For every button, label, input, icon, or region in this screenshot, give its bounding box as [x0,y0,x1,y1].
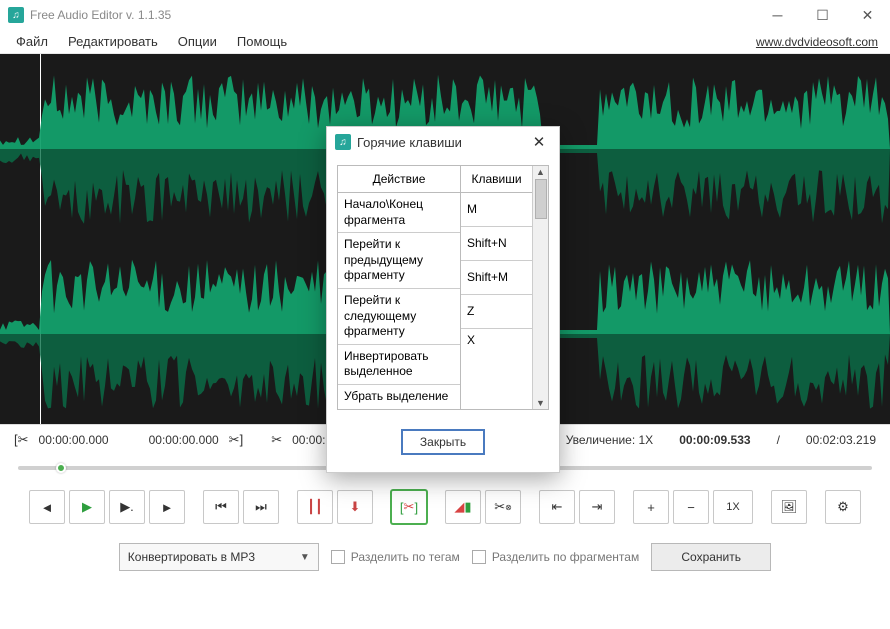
hotkey-key[interactable]: Z [461,295,532,329]
menu-options[interactable]: Опции [168,32,227,51]
dialog-close-button[interactable]: ✕ [527,133,551,151]
hotkey-action[interactable]: Начало\Конец фрагмента [338,193,460,233]
step-back-button[interactable]: ◄ [29,490,65,524]
window-controls: ─ ☐ ✕ [755,0,890,30]
split-tags-label: Разделить по тегам [351,550,460,564]
bottom-bar: Конвертировать в MP3 ▼ Разделить по тега… [0,532,890,582]
time-separator: / [777,433,780,447]
window-titlebar: ♫ Free Audio Editor v. 1.1.35 ─ ☐ ✕ [0,0,890,30]
play-selection-button[interactable]: ▶. [109,490,145,524]
zoom-reset-button[interactable]: 1X [713,490,753,524]
maximize-button[interactable]: ☐ [800,0,845,30]
format-combo[interactable]: Конвертировать в MP3 ▼ [119,543,319,571]
selection-end-icon: ✂] [229,432,244,448]
dialog-titlebar[interactable]: ♫ Горячие клавиши ✕ [327,127,559,157]
total-time: 00:02:03.219 [806,433,876,447]
position-slider-thumb[interactable] [56,463,66,473]
record-marker-button[interactable]: ⬇ [337,490,373,524]
trim-left-button[interactable]: ◢▮ [445,490,481,524]
zoom-out-button[interactable]: − [673,490,709,524]
menu-bar: Файл Редактировать Опции Помощь www.dvdv… [0,30,890,54]
cut-icon: ✂ [271,432,282,448]
selection-end-time: 00:00:00.000 [149,433,219,447]
hotkey-key[interactable]: M [461,193,532,227]
split-fragments-label: Разделить по фрагментам [492,550,639,564]
selection-start-icon: [✂ [14,432,29,448]
col-header-action: Действие [338,166,460,193]
toolbar: ◄ ▶ ▶. ► ⏮ ⏭ ┃┃ ⬇ [✂] ◢▮ ✂⊗ ⇤ ⇥ + − 1X 🖼… [0,482,890,532]
current-time: 00:00:09.533 [679,433,750,447]
save-button[interactable]: Сохранить [651,543,771,571]
hotkey-action[interactable]: Перейти к предыдущему фрагменту [338,233,460,289]
hotkey-key[interactable]: Shift+N [461,227,532,261]
chevron-down-icon: ▼ [300,552,310,563]
minimize-button[interactable]: ─ [755,0,800,30]
dialog-close-confirm-button[interactable]: Закрыть [402,430,484,454]
dialog-body: Действие Начало\Конец фрагмента Перейти … [327,157,559,414]
checkbox-box [331,550,345,564]
settings-button[interactable]: ⚙ [825,490,861,524]
col-header-keys: Клавиши [461,166,532,193]
table-scrollbar[interactable]: ▲ ▼ [532,166,548,409]
next-marker-button[interactable]: ⏭ [243,490,279,524]
go-start-button[interactable]: ⇤ [539,490,575,524]
scroll-thumb[interactable] [535,179,547,219]
split-by-tags-checkbox[interactable]: Разделить по тегам [331,550,460,564]
hotkey-key[interactable]: X [461,329,532,353]
window-title: Free Audio Editor v. 1.1.35 [30,8,755,22]
hotkey-action[interactable]: Инвертировать выделенное [338,345,460,385]
app-icon: ♫ [8,7,24,23]
format-combo-label: Конвертировать в MP3 [128,550,255,564]
cut-button[interactable]: [✂] [391,490,427,524]
dialog-icon: ♫ [335,134,351,150]
play-button[interactable]: ▶ [69,490,105,524]
prev-marker-button[interactable]: ⏮ [203,490,239,524]
hotkeys-table: Действие Начало\Конец фрагмента Перейти … [337,165,549,410]
scroll-down-icon[interactable]: ▼ [536,398,545,408]
close-button[interactable]: ✕ [845,0,890,30]
hotkey-key[interactable]: Shift+M [461,261,532,295]
menu-help[interactable]: Помощь [227,32,297,51]
image-button[interactable]: 🖼 [771,490,807,524]
dialog-title: Горячие клавиши [357,135,527,150]
checkbox-box [472,550,486,564]
selection-start-time: 00:00:00.000 [39,433,109,447]
dialog-footer: Закрыть [327,414,559,472]
sliders-icon: ⚙ [837,499,849,515]
menu-file[interactable]: Файл [6,32,58,51]
split-by-fragments-checkbox[interactable]: Разделить по фрагментам [472,550,639,564]
scroll-up-icon[interactable]: ▲ [536,167,545,177]
hotkey-action[interactable]: Убрать выделение [338,385,460,409]
menu-edit[interactable]: Редактировать [58,32,168,51]
zoom-in-button[interactable]: + [633,490,669,524]
trim-right-button[interactable]: ✂⊗ [485,490,521,524]
hotkeys-dialog: ♫ Горячие клавиши ✕ Действие Начало\Коне… [326,126,560,473]
website-link[interactable]: www.dvdvideosoft.com [756,35,884,49]
marker-button[interactable]: ┃┃ [297,490,333,524]
zoom-label: Увеличение: 1X [566,433,653,447]
go-end-button[interactable]: ⇥ [579,490,615,524]
hotkey-action[interactable]: Перейти к следующему фрагменту [338,289,460,345]
step-forward-button[interactable]: ► [149,490,185,524]
